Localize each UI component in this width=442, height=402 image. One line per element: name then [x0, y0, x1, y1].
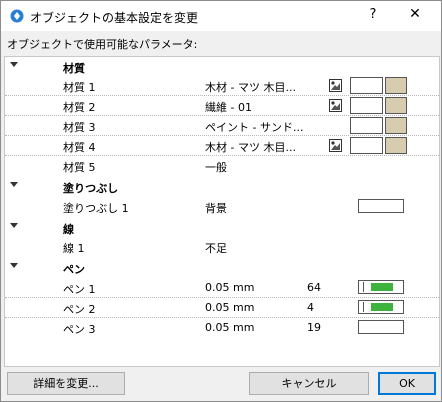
- parameter-name: 材質 3: [63, 121, 96, 134]
- material-picker-icon[interactable]: [329, 79, 342, 92]
- parameter-row[interactable]: 材質 4 木材 - マツ 木目...: [5, 136, 439, 156]
- parameter-name: 材質 4: [63, 141, 96, 154]
- parameter-value[interactable]: 木材 - マツ 木目...: [205, 139, 296, 155]
- close-button[interactable]: ✕: [405, 6, 425, 22]
- material-color-swatch[interactable]: [385, 117, 407, 134]
- parameter-name: ペン 3: [63, 323, 96, 336]
- surface-swatch[interactable]: [350, 137, 383, 154]
- help-button[interactable]: ?: [363, 7, 383, 22]
- group-header-line[interactable]: 線: [5, 218, 439, 237]
- parameter-name: 塗りつぶし 1: [63, 202, 129, 215]
- material-picker-icon[interactable]: [329, 99, 342, 112]
- fill-swatch[interactable]: [358, 199, 404, 213]
- material-color-swatch[interactable]: [385, 97, 407, 114]
- parameter-value[interactable]: 繊維 - 01: [205, 99, 252, 115]
- material-color-swatch[interactable]: [385, 77, 407, 94]
- pen-color-bar: [371, 303, 393, 311]
- group-header-material[interactable]: 材質: [5, 57, 439, 76]
- material-picker-icon[interactable]: [329, 139, 342, 152]
- parameter-name: 線 1: [63, 242, 85, 255]
- parameter-value[interactable]: 木材 - マツ 木目...: [205, 79, 296, 95]
- pen-weight-tick: [363, 302, 364, 312]
- parameter-row[interactable]: 材質 5 一般: [5, 156, 439, 175]
- group-header-fill[interactable]: 塗りつぶし: [5, 177, 439, 196]
- app-icon: [10, 9, 24, 23]
- surface-swatch[interactable]: [350, 77, 383, 94]
- dialog-title: オブジェクトの基本設定を変更: [30, 11, 199, 25]
- surface-swatch[interactable]: [350, 117, 383, 134]
- parameter-value[interactable]: 0.05 mm: [205, 281, 254, 294]
- parameter-row[interactable]: ペン 1 0.05 mm 64: [5, 278, 439, 298]
- parameter-name: 材質 1: [63, 81, 96, 94]
- parameter-name: ペン 2: [63, 303, 96, 316]
- collapse-caret-icon[interactable]: [10, 62, 18, 67]
- group-label: 材質: [63, 62, 85, 75]
- parameter-value[interactable]: ペイント - サンド...: [205, 119, 303, 135]
- parameter-row[interactable]: ペン 2 0.05 mm 4: [5, 298, 439, 318]
- ok-button[interactable]: OK: [378, 372, 436, 395]
- dialog-window: オブジェクトの基本設定を変更 ? ✕ オブジェクトで使用可能なパラメータ: 材質…: [0, 0, 442, 402]
- group-header-pen[interactable]: ペン: [5, 258, 439, 277]
- pen-color-bar: [371, 283, 393, 291]
- collapse-caret-icon[interactable]: [10, 263, 18, 268]
- collapse-caret-icon[interactable]: [10, 182, 18, 187]
- title-bar: オブジェクトの基本設定を変更 ? ✕: [1, 1, 441, 31]
- parameter-name: 材質 2: [63, 101, 96, 114]
- parameter-row[interactable]: 塗りつぶし 1 背景: [5, 197, 439, 216]
- parameter-list[interactable]: 材質 材質 1 木材 - マツ 木目... 材質 2 繊維 - 01 材質 3 …: [4, 56, 440, 367]
- pen-swatch[interactable]: [358, 280, 404, 294]
- change-details-button[interactable]: 詳細を変更...: [7, 372, 125, 395]
- group-label: 線: [63, 223, 74, 236]
- parameter-name: ペン 1: [63, 283, 96, 296]
- parameter-row[interactable]: 材質 1 木材 - マツ 木目...: [5, 76, 439, 96]
- parameter-row[interactable]: 材質 3 ペイント - サンド...: [5, 116, 439, 136]
- group-label: ペン: [63, 263, 85, 276]
- parameter-value[interactable]: 不足: [205, 240, 227, 256]
- parameter-name: 材質 5: [63, 161, 96, 174]
- params-label: オブジェクトで使用可能なパラメータ:: [7, 38, 198, 51]
- pen-swatch[interactable]: [358, 320, 404, 334]
- parameter-value[interactable]: 0.05 mm: [205, 301, 254, 314]
- surface-swatch[interactable]: [350, 97, 383, 114]
- parameter-value[interactable]: 一般: [205, 159, 227, 175]
- pen-number[interactable]: 64: [307, 281, 321, 294]
- parameter-value[interactable]: 背景: [205, 200, 227, 216]
- parameter-row[interactable]: 材質 2 繊維 - 01: [5, 96, 439, 116]
- parameter-row[interactable]: ペン 3 0.05 mm 19: [5, 318, 439, 337]
- cancel-button[interactable]: キャンセル: [249, 372, 369, 395]
- pen-swatch[interactable]: [358, 300, 404, 314]
- collapse-caret-icon[interactable]: [10, 223, 18, 228]
- group-label: 塗りつぶし: [63, 182, 119, 195]
- parameter-row[interactable]: 線 1 不足: [5, 237, 439, 256]
- pen-weight-tick: [363, 282, 364, 292]
- pen-number[interactable]: 19: [307, 321, 321, 334]
- material-color-swatch[interactable]: [385, 137, 407, 154]
- pen-number[interactable]: 4: [307, 301, 314, 314]
- parameter-value[interactable]: 0.05 mm: [205, 321, 254, 334]
